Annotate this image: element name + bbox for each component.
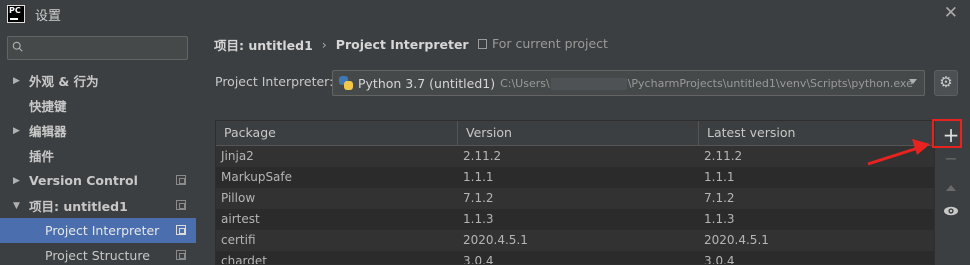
window-title: 设置	[35, 8, 62, 24]
breadcrumb-project: 项目: untitled1	[214, 38, 313, 53]
collapse-arrow-icon[interactable]: ▼	[13, 201, 20, 211]
expand-arrow-icon[interactable]: ▶	[13, 126, 20, 136]
upgrade-icon	[946, 185, 956, 191]
title-bar: PC 设置 ✕	[0, 0, 970, 28]
package-version: 3.0.4	[463, 254, 494, 265]
eye-icon	[944, 206, 958, 216]
sidebar-item-project[interactable]: ▼ 项目: untitled1	[0, 193, 196, 218]
packages-table: Package Version Latest version Jinja2 2.…	[215, 120, 935, 265]
interpreter-select[interactable]: Python 3.7 (untitled1) C:\Users\ \Pycharm…	[332, 70, 925, 96]
package-name: chardet	[221, 254, 267, 265]
package-latest-version: 2020.4.5.1	[704, 233, 769, 247]
python-icon	[339, 76, 353, 90]
sidebar-item-version-control[interactable]: ▶ Version Control	[0, 168, 196, 193]
package-version: 2020.4.5.1	[463, 233, 528, 247]
column-header-version[interactable]: Version	[458, 121, 699, 146]
package-version: 1.1.1	[463, 170, 494, 184]
package-name: certifi	[221, 233, 256, 247]
package-version: 7.1.2	[463, 191, 494, 205]
expand-arrow-icon[interactable]: ▶	[13, 176, 20, 186]
breadcrumb-page: Project Interpreter	[335, 37, 469, 52]
sidebar-item-label: 项目: untitled1	[29, 199, 128, 214]
sidebar-item-label: 快捷键	[29, 99, 67, 114]
interpreter-settings-button[interactable]: ⚙	[934, 70, 958, 96]
remove-package-button[interactable]: −	[937, 149, 965, 171]
package-name: airtest	[221, 212, 260, 226]
project-scope-icon	[176, 250, 186, 260]
package-version: 2.11.2	[463, 149, 502, 163]
package-latest-version: 3.0.4	[704, 254, 735, 265]
table-header: Package Version Latest version	[216, 121, 934, 146]
sidebar-item-plugins[interactable]: 插件	[0, 143, 196, 168]
upgrade-package-button[interactable]	[937, 177, 965, 199]
sidebar-item-label: 编辑器	[29, 124, 67, 139]
package-version: 1.1.3	[463, 212, 494, 226]
sidebar-item-project-interpreter[interactable]: Project Interpreter	[0, 218, 196, 243]
sidebar-item-label: Project Structure	[45, 248, 150, 263]
sidebar-item-editor[interactable]: ▶ 编辑器	[0, 118, 196, 143]
scope-note-text: For current project	[492, 36, 608, 51]
sidebar-item-keymap[interactable]: 快捷键	[0, 93, 196, 118]
settings-search-input[interactable]	[7, 36, 188, 60]
add-button-highlight	[932, 119, 962, 148]
sidebar-item-label: Project Interpreter	[45, 223, 160, 238]
search-icon	[12, 41, 23, 52]
package-name: Jinja2	[221, 149, 254, 163]
interpreter-name: Python 3.7 (untitled1)	[358, 75, 496, 91]
expand-arrow-icon[interactable]: ▶	[13, 76, 20, 86]
scope-note: For current project	[478, 36, 608, 51]
breadcrumb-separator: ›	[321, 37, 327, 52]
table-row[interactable]: Jinja2 2.11.2 2.11.2	[216, 146, 934, 167]
sidebar-item-label: Version Control	[29, 173, 138, 188]
project-scope-icon	[176, 225, 186, 235]
column-header-latest-version[interactable]: Latest version	[699, 121, 934, 146]
settings-main-panel: 项目: untitled1 › Project Interpreter For …	[196, 28, 970, 265]
table-row[interactable]: MarkupSafe 1.1.1 1.1.1	[216, 167, 934, 188]
column-header-package[interactable]: Package	[216, 121, 458, 146]
interpreter-path: C:\Users\ \PycharmProjects\untitled1\venv…	[500, 76, 913, 90]
sidebar-item-project-structure[interactable]: Project Structure	[0, 243, 196, 265]
show-early-releases-button[interactable]	[937, 200, 965, 222]
project-scope-icon	[478, 38, 487, 49]
package-latest-version: 7.1.2	[704, 191, 735, 205]
sidebar-item-label: 外观 & 行为	[29, 74, 99, 89]
close-icon[interactable]: ✕	[944, 3, 958, 23]
project-scope-icon	[176, 175, 186, 185]
package-latest-version: 2.11.2	[704, 149, 743, 163]
settings-sidebar: ▶ 外观 & 行为 快捷键 ▶ 编辑器 插件 ▶ Version Control…	[0, 28, 196, 265]
chevron-down-icon[interactable]	[909, 79, 917, 84]
table-row[interactable]: certifi 2020.4.5.1 2020.4.5.1	[216, 230, 934, 251]
interpreter-label: Project Interpreter:	[215, 74, 334, 89]
breadcrumb: 项目: untitled1 › Project Interpreter	[214, 35, 469, 54]
package-latest-version: 1.1.3	[704, 212, 735, 226]
table-row[interactable]: Pillow 7.1.2 7.1.2	[216, 188, 934, 209]
sidebar-item-label: 插件	[29, 149, 55, 164]
project-scope-icon	[176, 200, 186, 210]
gear-icon: ⚙	[939, 73, 953, 91]
package-latest-version: 1.1.1	[704, 170, 735, 184]
table-row[interactable]: chardet 3.0.4 3.0.4	[216, 251, 934, 265]
table-row[interactable]: airtest 1.1.3 1.1.3	[216, 209, 934, 230]
sidebar-item-appearance[interactable]: ▶ 外观 & 行为	[0, 68, 196, 93]
redacted-username	[550, 77, 627, 90]
package-name: MarkupSafe	[221, 170, 293, 184]
package-name: Pillow	[221, 191, 256, 205]
pycharm-logo-icon: PC	[7, 5, 25, 23]
